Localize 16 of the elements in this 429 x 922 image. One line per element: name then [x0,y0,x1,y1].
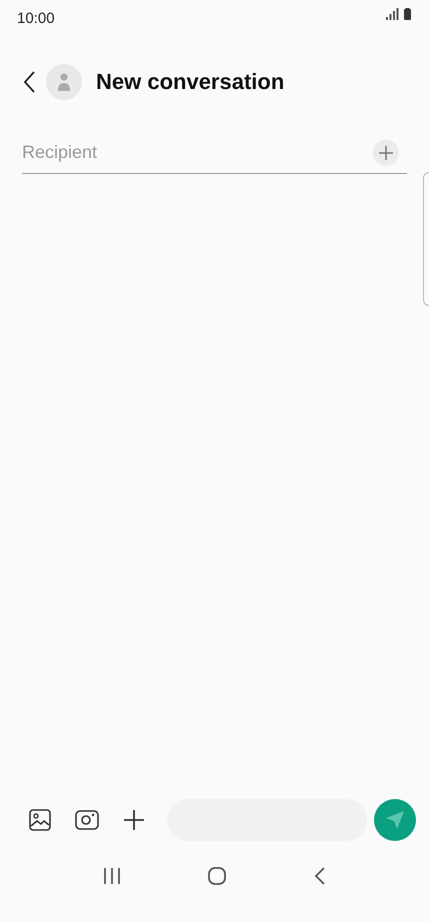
home-button[interactable] [207,866,228,886]
attach-plus-button[interactable] [121,807,147,833]
avatar-icon [46,64,82,100]
send-button[interactable] [374,799,416,841]
screen-title: New conversation [96,68,284,96]
gallery-button[interactable] [27,807,53,833]
add-recipient-button[interactable] [373,140,399,166]
edge-panel-handle[interactable] [423,172,429,306]
camera-button[interactable] [74,807,100,833]
back-button[interactable] [22,70,36,94]
status-icons [386,8,412,20]
status-time: 10:00 [17,9,55,29]
nav-back-button[interactable] [314,867,326,885]
plus-icon [378,145,394,161]
send-icon [384,809,406,831]
recent-apps-button[interactable] [103,867,122,885]
